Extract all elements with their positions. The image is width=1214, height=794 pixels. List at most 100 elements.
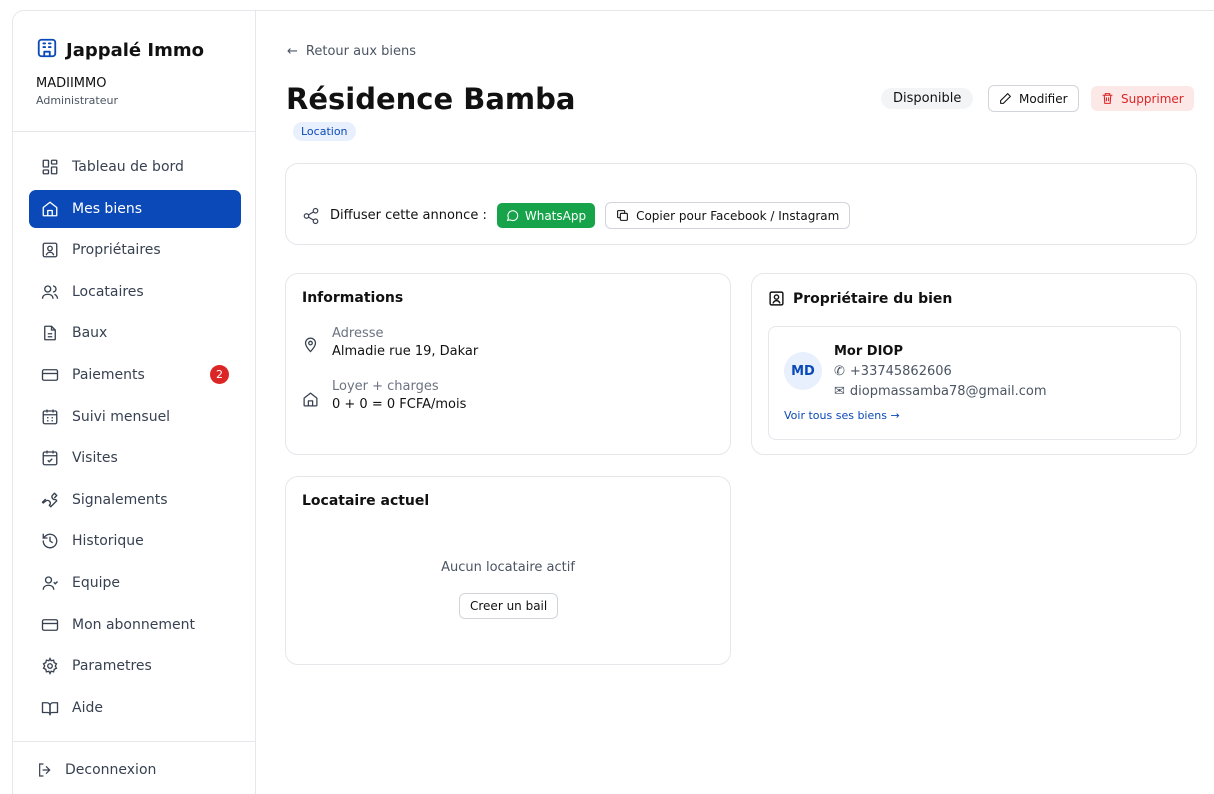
logout-icon [39, 763, 51, 777]
rent-row: Loyer + charges 0 + 0 = 0 FCFA/mois [302, 379, 466, 412]
history-icon [42, 533, 58, 549]
contact-card-icon [42, 242, 58, 258]
type-tag: Location [293, 122, 356, 141]
sidebar-item-label: Baux [72, 325, 108, 342]
owner-details: MD Mor DIOP ✆ +33745862606 ✉ diopmassamb… [768, 326, 1181, 440]
copy-social-button[interactable]: Copier pour Facebook / Instagram [605, 202, 851, 229]
sidebar-item-label: Suivi mensuel [72, 408, 171, 425]
whatsapp-label: WhatsApp [524, 208, 587, 223]
owner-card: Propriétaire du bien MD Mor DIOP ✆ +3374… [751, 273, 1197, 455]
tenant-card: Locataire actuel Aucun locataire actif C… [285, 476, 731, 665]
owner-email-row: ✉ diopmassamba78@gmail.com [834, 384, 1047, 399]
contact-card-icon [769, 291, 784, 306]
account-org: MADIIMMO [36, 76, 107, 91]
sidebar-item-baux[interactable]: Baux [29, 314, 241, 352]
phone-icon: ✆ [834, 364, 845, 379]
sidebar-item-paiements[interactable]: Paiements 2 [29, 356, 241, 394]
info-title: Informations [302, 290, 404, 306]
calendar-icon [42, 409, 58, 424]
share-icon [303, 207, 319, 224]
divider [13, 741, 256, 742]
sidebar-item-suivi-mensuel[interactable]: Suivi mensuel [29, 398, 241, 436]
empty-state-text: Aucun locataire actif [441, 560, 575, 575]
sidebar-item-locataires[interactable]: Locataires [29, 273, 241, 311]
owner-name: Mor DIOP [834, 344, 904, 359]
status-badge: Disponible [881, 88, 974, 109]
notification-badge: 2 [210, 364, 229, 384]
delete-label: Supprimer [1121, 91, 1184, 106]
edit-label: Modifier [1019, 91, 1068, 106]
wrench-icon [41, 492, 58, 508]
address-row: Adresse Almadie rue 19, Dakar [302, 326, 478, 359]
copy-label: Copier pour Facebook / Instagram [636, 208, 840, 223]
gear-icon [42, 657, 58, 676]
rent-label: Loyer + charges [332, 379, 439, 394]
owner-card-title: Propriétaire du bien [768, 290, 952, 307]
owner-phone-row: ✆ +33745862606 [834, 364, 952, 379]
address-label: Adresse [332, 326, 384, 341]
sidebar-item-equipe[interactable]: Equipe [29, 564, 241, 602]
brand[interactable]: Jappalé Immo [36, 37, 204, 63]
subscription-card-icon [41, 618, 59, 631]
sidebar-item-label: Mes biens [72, 200, 142, 217]
owner-phone: +33745862606 [849, 364, 952, 379]
sidebar-item-label: Tableau de bord [72, 159, 184, 175]
dashboard-icon [42, 159, 58, 175]
info-card: Informations Adresse Almadie rue 19, Dak… [285, 273, 731, 455]
calendar-check-icon [42, 450, 58, 466]
sidebar-item-signalements[interactable]: Signalements [29, 481, 241, 519]
map-pin-icon [304, 337, 317, 353]
home-icon [303, 392, 318, 407]
logout-label: Deconnexion [65, 762, 157, 778]
document-icon [44, 325, 56, 341]
credit-card-icon [41, 369, 59, 381]
sidebar: Jappalé Immo MADIIMMO Administrateur Tab… [13, 11, 256, 794]
account-role: Administrateur [36, 94, 118, 107]
owner-properties-link[interactable]: Voir tous ses biens → [784, 409, 900, 422]
copy-icon [617, 210, 628, 221]
sidebar-item-label: Mon abonnement [72, 616, 195, 633]
delete-button[interactable]: Supprimer [1091, 86, 1194, 111]
sidebar-item-label: Propriétaires [72, 242, 161, 259]
brand-name: Jappalé Immo [66, 39, 204, 61]
users-icon [41, 285, 59, 299]
avatar: MD [784, 352, 822, 390]
sidebar-item-label: Aide [72, 699, 103, 716]
share-card: Diffuser cette annonce : WhatsApp Copier… [285, 163, 1197, 245]
sidebar-item-aide[interactable]: Aide [29, 689, 241, 727]
building-icon [36, 37, 58, 63]
address-value: Almadie rue 19, Dakar [332, 344, 479, 359]
back-label: Retour aux biens [305, 44, 417, 59]
share-label: Diffuser cette annonce : [330, 208, 487, 223]
edit-button[interactable]: Modifier [988, 85, 1079, 112]
sidebar-item-historique[interactable]: Historique [29, 522, 241, 560]
owner-email: diopmassamba78@gmail.com [849, 384, 1047, 399]
whatsapp-icon [506, 210, 519, 222]
sidebar-item-label: Signalements [72, 491, 168, 508]
sidebar-item-label: Visites [72, 450, 118, 467]
sidebar-item-label: Paiements [72, 366, 145, 383]
trash-icon [1102, 93, 1113, 104]
home-icon [42, 201, 58, 217]
sidebar-item-parametres[interactable]: Parametres [29, 647, 241, 685]
whatsapp-button[interactable]: WhatsApp [496, 203, 596, 228]
mail-icon: ✉ [834, 384, 845, 399]
sidebar-nav: Tableau de bord Mes biens Propriétaires … [29, 148, 241, 730]
create-lease-button[interactable]: Creer un bail [459, 593, 559, 619]
sidebar-item-tableau-de-bord[interactable]: Tableau de bord [29, 148, 241, 186]
back-link[interactable]: ← Retour aux biens [287, 44, 416, 59]
sidebar-item-mon-abonnement[interactable]: Mon abonnement [29, 606, 241, 644]
team-icon [42, 576, 58, 590]
sidebar-item-mes-biens[interactable]: Mes biens [29, 189, 241, 228]
divider [13, 131, 256, 132]
logout-button[interactable]: Deconnexion [37, 762, 156, 778]
sidebar-item-label: Equipe [72, 574, 120, 591]
sidebar-item-proprietaires[interactable]: Propriétaires [29, 231, 241, 269]
page-title: Résidence Bamba [286, 82, 576, 116]
sidebar-item-label: Locataires [72, 283, 144, 300]
sidebar-item-label: Historique [72, 533, 144, 550]
sidebar-item-visites[interactable]: Visites [29, 439, 241, 477]
book-open-icon [41, 701, 59, 716]
share-row: Diffuser cette annonce : WhatsApp Copier… [302, 202, 851, 229]
pencil-icon [1000, 93, 1011, 104]
